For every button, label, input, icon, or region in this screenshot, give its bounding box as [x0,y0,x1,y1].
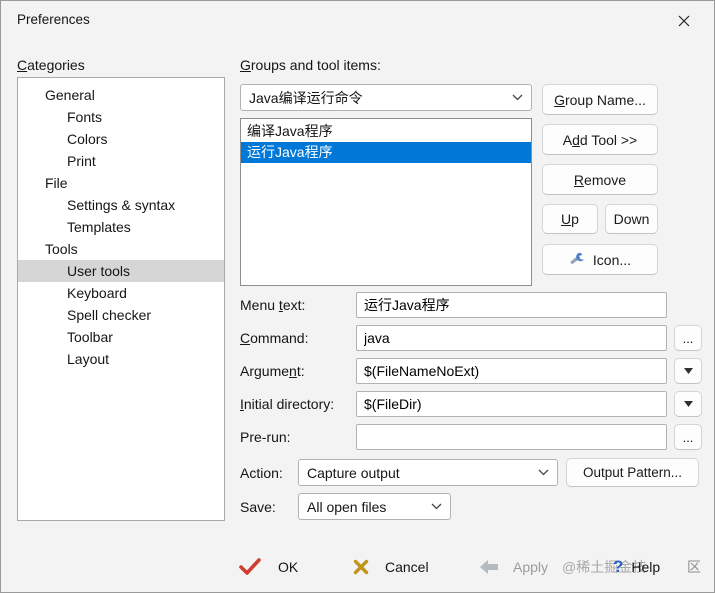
apply-label: Apply [513,559,549,575]
category-user-tools[interactable]: User tools [18,260,224,282]
ok-button[interactable]: OK [239,552,298,582]
save-select[interactable]: All open files [298,493,451,520]
pre-run-input[interactable] [356,424,667,450]
action-label: Action: [240,465,283,481]
label-post: ategories [27,57,85,73]
argument-input[interactable] [356,358,667,384]
group-select[interactable]: Java编译运行命令 [240,84,532,111]
label-key: C [240,330,251,346]
label-post: roups and tool items: [250,57,381,73]
category-keyboard[interactable]: Keyboard [18,282,224,304]
action-select-value: Capture output [307,464,400,481]
label-post: ext: [282,297,306,313]
x-icon [353,559,369,575]
label-post: d Tool >> [579,131,638,148]
output-pattern-button[interactable]: Output Pattern... [566,458,699,487]
groups-label: Groups and tool items: [240,57,381,73]
label-post: nitial directory: [243,396,335,412]
label-key: d [572,131,580,148]
label-key: n [289,363,297,379]
category-settings-syntax[interactable]: Settings & syntax [18,194,224,216]
close-button[interactable] [668,8,700,34]
category-spell-checker[interactable]: Spell checker [18,304,224,326]
up-button[interactable]: Up [542,204,598,234]
label-key: G [554,91,565,108]
label-post: roup Name... [564,91,646,108]
action-select[interactable]: Capture output [298,459,558,486]
initial-directory-label: Initial directory: [240,396,334,412]
watermark-text: 区 [687,559,701,575]
initial-directory-input[interactable] [356,391,667,417]
ok-label: OK [278,559,299,575]
label-pre: A [562,131,573,148]
tool-item-run[interactable]: 运行Java程序 [241,142,531,163]
pre-run-browse-button[interactable]: ... [674,424,702,450]
check-icon [239,558,261,576]
category-fonts[interactable]: Fonts [18,106,224,128]
label-post: emove [584,171,627,188]
menu-text-label: Menu text: [240,297,305,313]
label-pre: Menu [240,297,279,313]
label-key: G [240,57,251,73]
menu-text-input[interactable] [356,292,667,318]
command-browse-button[interactable]: ... [674,325,702,351]
down-button[interactable]: Down [605,204,658,234]
window-title: Preferences [17,12,90,27]
category-general[interactable]: General [18,84,224,106]
chevron-down-icon [431,503,442,510]
preferences-dialog: Preferences Categories General Fonts Col… [0,0,715,593]
add-tool-button[interactable]: Add Tool >> [542,124,658,155]
label-key: C [17,57,28,73]
category-colors[interactable]: Colors [18,128,224,150]
command-input[interactable] [356,325,667,351]
label-post: ommand: [250,330,309,346]
save-label: Save: [240,499,276,515]
icon-button-label: Icon... [592,251,632,268]
chevron-down-icon [538,469,549,476]
label-post: t: [296,363,305,379]
apply-arrow-icon [479,559,499,575]
group-name-button[interactable]: Group Name... [542,84,658,115]
save-select-value: All open files [307,498,387,515]
dropdown-arrow-icon [683,368,693,374]
cancel-button[interactable]: Cancel [353,552,429,582]
category-print[interactable]: Print [18,150,224,172]
argument-dropdown-button[interactable] [674,358,702,384]
category-layout[interactable]: Layout [18,348,224,370]
categories-label: Categories [17,57,85,73]
label-key: R [573,171,585,188]
command-label: Command: [240,330,308,346]
tool-list: 编译Java程序 运行Java程序 [240,118,532,286]
category-file[interactable]: File [18,172,224,194]
close-icon [678,15,690,27]
tool-item-compile[interactable]: 编译Java程序 [241,121,531,142]
category-toolbar[interactable]: Toolbar [18,326,224,348]
category-templates[interactable]: Templates [18,216,224,238]
remove-button[interactable]: Remove [542,164,658,195]
dropdown-arrow-icon [683,401,693,407]
question-icon: ? [613,557,624,576]
help-label: Help [631,559,661,575]
icon-button[interactable]: Icon... [542,244,658,275]
help-button[interactable]: ? Help [613,552,660,582]
cancel-label: Cancel [385,559,429,575]
categories-tree: General Fonts Colors Print File Settings… [17,77,225,521]
down-label: Down [613,211,650,227]
group-select-value: Java编译运行命令 [249,89,363,106]
argument-label: Argument: [240,363,305,379]
pre-run-label: Pre-run: [240,429,291,445]
label-post: p [571,211,579,227]
wrench-icon [569,252,586,267]
category-tools[interactable]: Tools [18,238,224,260]
initial-directory-dropdown-button[interactable] [674,391,702,417]
label-key: U [561,211,572,227]
chevron-down-icon [512,94,523,101]
label-pre: Argume [240,363,290,379]
